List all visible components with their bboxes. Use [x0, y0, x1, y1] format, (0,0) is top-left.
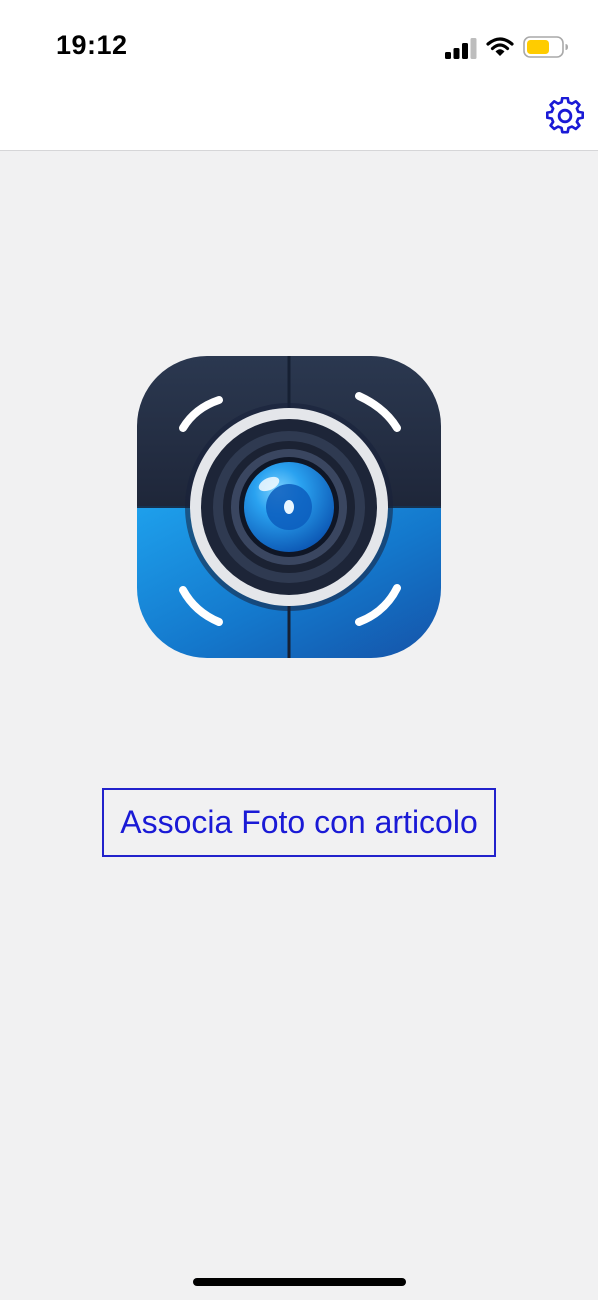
- camera-lens-app-logo: [137, 356, 441, 658]
- signal-icon: [445, 38, 477, 59]
- gear-icon[interactable]: [546, 97, 584, 135]
- navigation-bar: [0, 84, 598, 151]
- associate-photo-button[interactable]: Associa Foto con articolo: [102, 788, 496, 857]
- home-indicator: [193, 1278, 406, 1286]
- battery-icon: [523, 36, 568, 58]
- status-time: 19:12: [56, 30, 128, 60]
- wifi-icon: [486, 37, 514, 56]
- status-bar: 19:12: [0, 0, 598, 84]
